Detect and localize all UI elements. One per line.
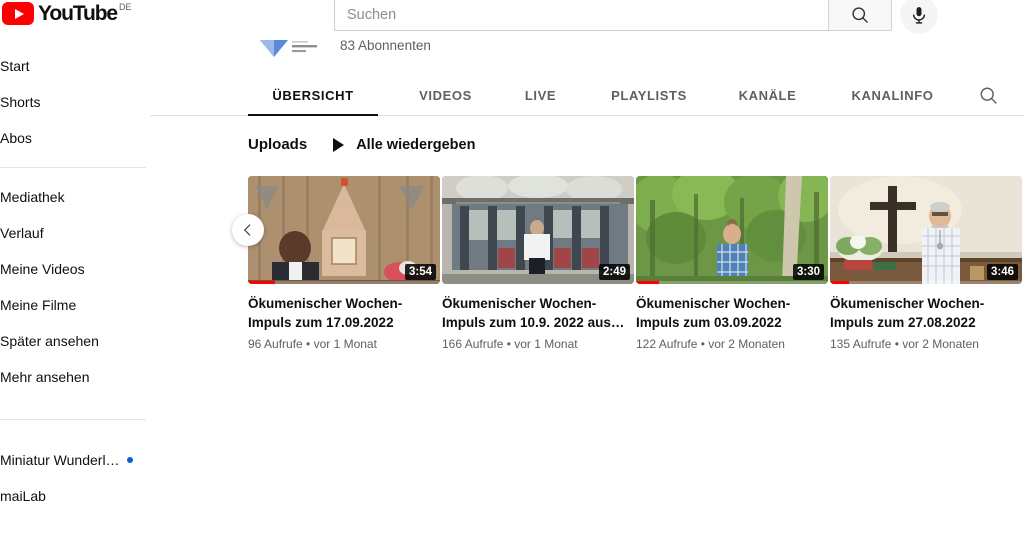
- watch-progress-track: [830, 281, 1022, 284]
- sidebar-item-label: Später ansehen: [0, 333, 99, 349]
- sidebar-item-start[interactable]: Start: [0, 48, 150, 84]
- search-button[interactable]: [828, 0, 892, 31]
- sidebar-item-mehr-ansehen[interactable]: Mehr ansehen: [0, 359, 150, 395]
- video-meta: 96 Aufrufe • vor 1 Monat: [248, 337, 377, 351]
- tab-label: KANALINFO: [851, 88, 934, 103]
- video-duration: 3:46: [986, 264, 1018, 280]
- sidebar-item-label: Meine Filme: [0, 297, 77, 313]
- tab-label: LIVE: [524, 88, 557, 103]
- sidebar-item-abos[interactable]: Abos: [0, 120, 150, 156]
- youtube-play-icon: [2, 2, 34, 25]
- carousel-previous-button[interactable]: [232, 214, 264, 246]
- tab-label: VIDEOS: [419, 88, 472, 103]
- sidebar-item-label: Mehr ansehen: [0, 369, 90, 385]
- youtube-country-code: DE: [119, 2, 132, 12]
- video-title[interactable]: Ökumenischer Wochen-Impuls zum 10.9. 202…: [442, 294, 634, 332]
- youtube-logo-text: YouTube: [38, 2, 118, 25]
- video-duration: 3:30: [792, 264, 824, 280]
- tab-live[interactable]: LIVE: [493, 76, 588, 115]
- search-icon: [980, 87, 997, 104]
- play-all-label: Alle wiedergeben: [356, 136, 476, 153]
- video-grid: 3:54 Ökumenischer Wochen-Impuls zum 17.0…: [248, 176, 1022, 351]
- microphone-icon: [912, 7, 926, 24]
- youtube-logo[interactable]: YouTube DE: [2, 2, 132, 25]
- tab-videos[interactable]: VIDEOS: [398, 76, 493, 115]
- video-meta: 135 Aufrufe • vor 2 Monaten: [830, 337, 979, 351]
- tab-kanaele[interactable]: KANÄLE: [710, 76, 825, 115]
- chevron-left-icon: [243, 224, 251, 236]
- sidebar-item-label: Verlauf: [0, 225, 44, 241]
- shelf-title: Uploads: [248, 136, 308, 153]
- watch-progress-fill: [248, 281, 275, 284]
- sidebar-item-meine-filme[interactable]: Meine Filme: [0, 287, 150, 323]
- voice-search-button[interactable]: [900, 0, 938, 34]
- video-thumbnail[interactable]: 3:54: [248, 176, 440, 284]
- tab-label: ÜBERSICHT: [272, 88, 354, 103]
- search-icon: [852, 7, 869, 24]
- sidebar-divider: [0, 167, 146, 168]
- channel-tab-bar: ÜBERSICHT VIDEOS LIVE PLAYLISTS KANÄLE K…: [150, 76, 1024, 116]
- sidebar-item-label: Start: [0, 58, 30, 74]
- sidebar-item-shorts[interactable]: Shorts: [0, 84, 150, 120]
- video-title[interactable]: Ökumenischer Wochen-Impuls zum 03.09.202…: [636, 294, 828, 332]
- video-thumbnail[interactable]: 2:49: [442, 176, 634, 284]
- channel-header: 83 Abonnenten: [150, 28, 1024, 76]
- video-meta: 122 Aufrufe • vor 2 Monaten: [636, 337, 785, 351]
- video-duration: 2:49: [598, 264, 630, 280]
- tab-playlists[interactable]: PLAYLISTS: [588, 76, 710, 115]
- sidebar-item-verlauf[interactable]: Verlauf: [0, 215, 150, 251]
- sidebar-item-label: Mediathek: [0, 189, 65, 205]
- watch-progress-track: [636, 281, 828, 284]
- tab-label: KANÄLE: [738, 88, 797, 103]
- tab-uebersicht[interactable]: ÜBERSICHT: [248, 76, 378, 116]
- video-title[interactable]: Ökumenischer Wochen-Impuls zum 17.09.202…: [248, 294, 440, 332]
- sidebar-item-label: maiLab: [0, 488, 46, 504]
- search-input[interactable]: [334, 0, 828, 31]
- shelf-header: Uploads Alle wiedergeben: [248, 136, 475, 153]
- sidebar-item-label: Meine Videos: [0, 261, 85, 277]
- video-card[interactable]: 3:46 Ökumenischer Wochen-Impuls zum 27.0…: [830, 176, 1022, 351]
- watch-progress-track: [248, 281, 440, 284]
- video-meta: 166 Aufrufe • vor 1 Monat: [442, 337, 578, 351]
- tab-kanalinfo[interactable]: KANALINFO: [825, 76, 960, 115]
- sidebar-item-label: Abos: [0, 130, 32, 146]
- video-card[interactable]: 3:30 Ökumenischer Wochen-Impuls zum 03.0…: [636, 176, 828, 351]
- sidebar-divider: [0, 419, 146, 420]
- video-duration: 3:54: [404, 264, 436, 280]
- sidebar-item-mailab[interactable]: maiLab: [0, 478, 150, 514]
- new-content-dot-icon: [126, 457, 133, 463]
- watch-progress-fill: [830, 281, 850, 284]
- masthead: YouTube DE: [0, 0, 1024, 34]
- sidebar-item-miniatur-wunderland[interactable]: Miniatur Wunderl…: [0, 442, 150, 478]
- channel-avatar[interactable]: [258, 34, 320, 62]
- video-card[interactable]: 2:49 Ökumenischer Wochen-Impuls zum 10.9…: [442, 176, 634, 351]
- sidebar-item-mediathek[interactable]: Mediathek: [0, 179, 150, 215]
- video-thumbnail[interactable]: 3:30: [636, 176, 828, 284]
- sidebar-item-spaeter-ansehen[interactable]: Später ansehen: [0, 323, 150, 359]
- video-thumbnail[interactable]: 3:46: [830, 176, 1022, 284]
- channel-search-button[interactable]: [960, 76, 1016, 115]
- sidebar: Start Shorts Abos Mediathek Verlauf Mein…: [0, 48, 150, 534]
- video-card[interactable]: 3:54 Ökumenischer Wochen-Impuls zum 17.0…: [248, 176, 440, 351]
- sidebar-item-label: Shorts: [0, 94, 41, 110]
- watch-progress-fill: [636, 281, 660, 284]
- sidebar-item-meine-videos[interactable]: Meine Videos: [0, 251, 150, 287]
- tab-label: PLAYLISTS: [611, 88, 687, 103]
- play-triangle-icon: [333, 137, 345, 152]
- sidebar-item-label: Miniatur Wunderl…: [0, 452, 120, 468]
- youtube-channel-page: YouTube DE Sta: [0, 0, 1024, 534]
- search-form: [334, 0, 938, 34]
- kirchengemeinde-logo-icon: [260, 40, 317, 57]
- play-all-button[interactable]: Alle wiedergeben: [333, 137, 475, 153]
- video-title[interactable]: Ökumenischer Wochen-Impuls zum 27.08.202…: [830, 294, 1022, 332]
- subscriber-count: 83 Abonnenten: [340, 38, 431, 53]
